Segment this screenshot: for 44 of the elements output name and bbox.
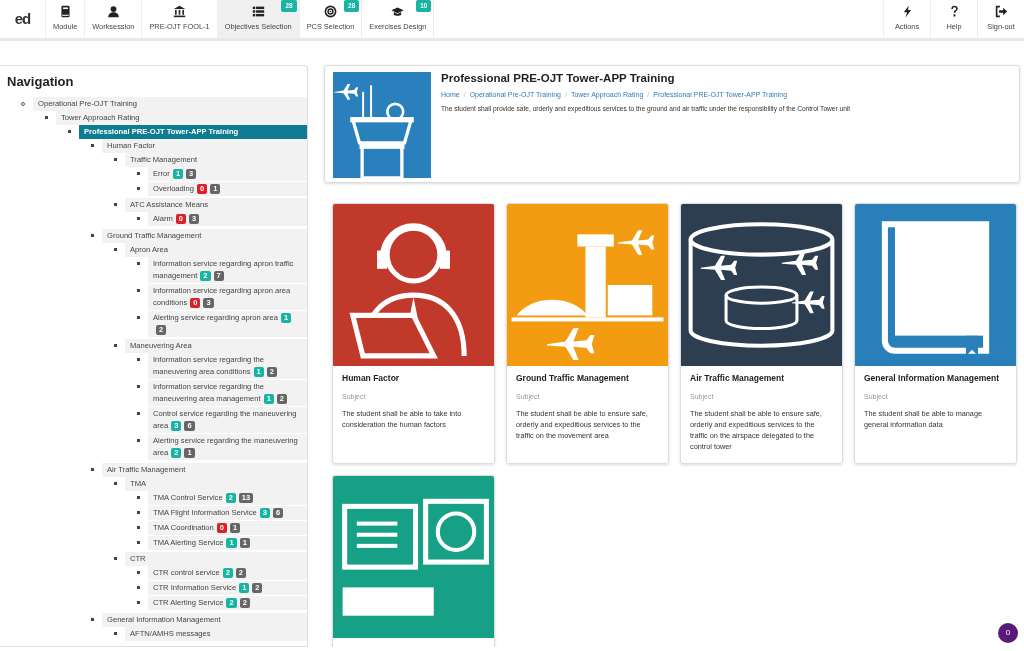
bullet-icon (114, 157, 117, 161)
bullet-icon (114, 202, 117, 206)
target-icon (323, 5, 337, 19)
sign-out-icon (994, 5, 1008, 19)
bullet-icon (137, 384, 140, 388)
book-icon (58, 5, 72, 19)
bullet-icon (137, 411, 140, 415)
bullet-icon (91, 617, 94, 621)
bullet-icon (137, 585, 140, 589)
card-title: Ground Traffic Management (516, 372, 630, 385)
bullet-icon (137, 510, 140, 514)
bullet-icon (137, 570, 140, 574)
list-icon (251, 5, 265, 19)
bullet-icon (137, 261, 140, 265)
bullet-icon (137, 495, 140, 499)
card-title: General Information Management (864, 372, 1001, 385)
bullet-icon (137, 600, 140, 604)
notification-badge[interactable]: 0 (998, 623, 1018, 643)
card-title: Air Traffic Management (690, 372, 785, 385)
bullet-icon (45, 115, 48, 119)
bullet-icon (137, 171, 140, 175)
bullet-icon (114, 556, 117, 560)
bullet-icon (68, 129, 71, 133)
bullet-icon (114, 631, 117, 635)
bullet-icon (137, 438, 140, 442)
bullet-icon (91, 467, 94, 471)
bullet-icon (137, 315, 140, 319)
bullet-icon (114, 247, 117, 251)
bullet-icon (91, 233, 94, 237)
page-title: Professional PRE-OJT Tower-APP Training (441, 72, 676, 86)
bullet-icon (137, 357, 140, 361)
bullet-icon (137, 216, 140, 220)
bullet-icon (91, 143, 94, 147)
bullet-icon (114, 481, 117, 485)
bullet-icon (137, 525, 140, 529)
panel-title: Navigation (7, 74, 75, 90)
card-title: Human Factor (342, 372, 401, 385)
bullet-icon (137, 186, 140, 190)
bullet-icon (137, 540, 140, 544)
bullet-icon (114, 343, 117, 347)
bullet-icon (137, 288, 140, 292)
graduation-cap-icon (391, 5, 405, 19)
bank-icon (173, 5, 187, 19)
user-icon (106, 5, 120, 19)
